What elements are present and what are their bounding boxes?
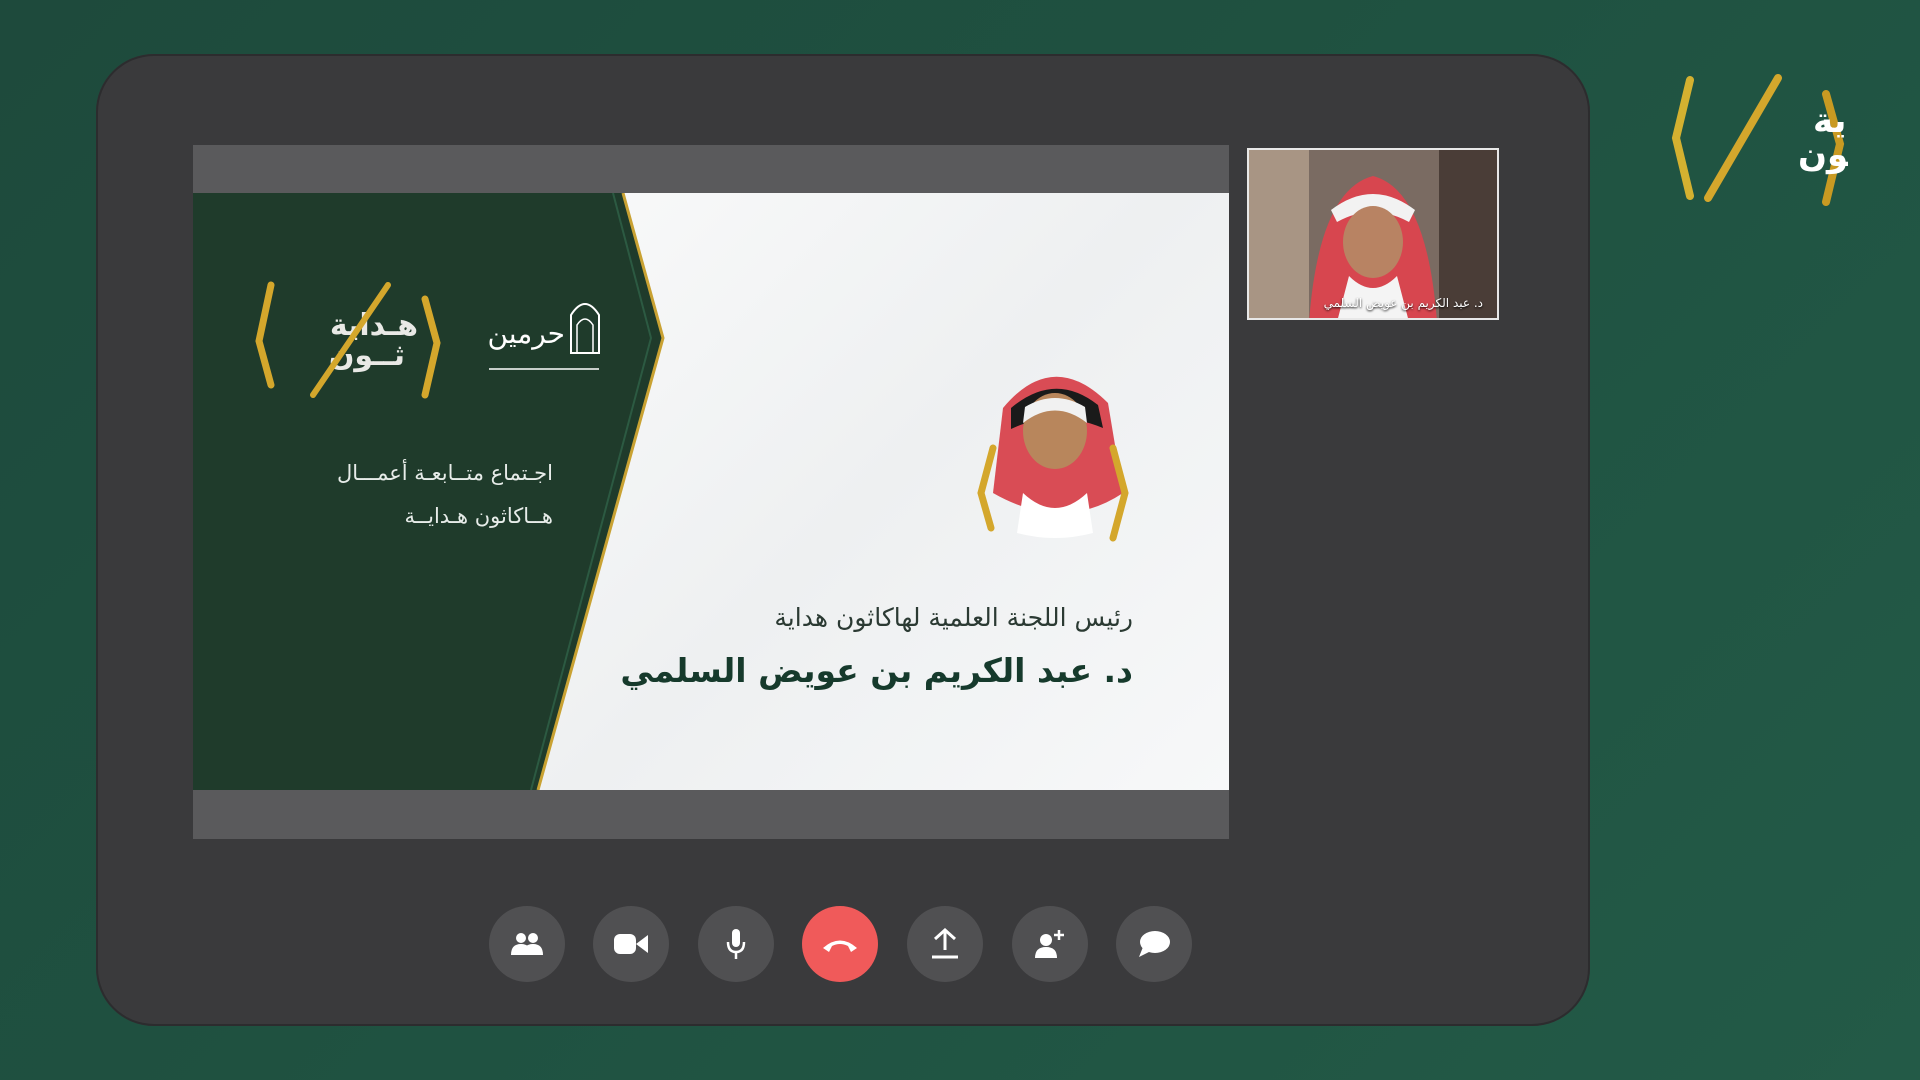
phone-hangup-icon [823, 940, 857, 952]
meeting-title-line2: هــاكاثون هـدايــة [404, 504, 553, 528]
participants-button[interactable] [489, 906, 565, 982]
presentation-slide: هـداية ثــون حرمين اجـتماع متــابعـة أعم… [193, 193, 1229, 790]
microphone-icon [726, 929, 746, 959]
participant-video-frame [1249, 150, 1497, 318]
share-screen-button[interactable] [907, 906, 983, 982]
end-call-button[interactable] [802, 906, 878, 982]
people-icon [511, 933, 543, 955]
video-camera-icon [614, 934, 648, 954]
speaker-name: د. عبد الكريم بن عويض السلمي [620, 651, 1133, 690]
chat-bubble-icon [1139, 931, 1170, 957]
add-participant-button[interactable] [1012, 906, 1088, 982]
chat-button[interactable] [1116, 906, 1192, 982]
camera-button[interactable] [593, 906, 669, 982]
brand-logo: هـداية ثــون [1668, 72, 1913, 216]
add-user-icon [1035, 930, 1064, 958]
call-controls-bar [0, 906, 1920, 984]
speaker-photo [977, 376, 1129, 542]
participant-video-thumbnail[interactable]: د. عبد الكريم بن عويض السلمي [1247, 148, 1499, 320]
upload-icon [932, 928, 958, 959]
svg-text:ثــون: ثــون [1798, 135, 1848, 175]
speaker-role: رئيس اللجنة العلمية لهاكاثون هداية [774, 603, 1133, 632]
svg-text:حرمين: حرمين [487, 317, 565, 350]
meeting-title-line1: اجـتماع متــابعـة أعمـــال [336, 461, 553, 485]
microphone-button[interactable] [698, 906, 774, 982]
participant-name-label: د. عبد الكريم بن عويض السلمي [1323, 296, 1483, 310]
